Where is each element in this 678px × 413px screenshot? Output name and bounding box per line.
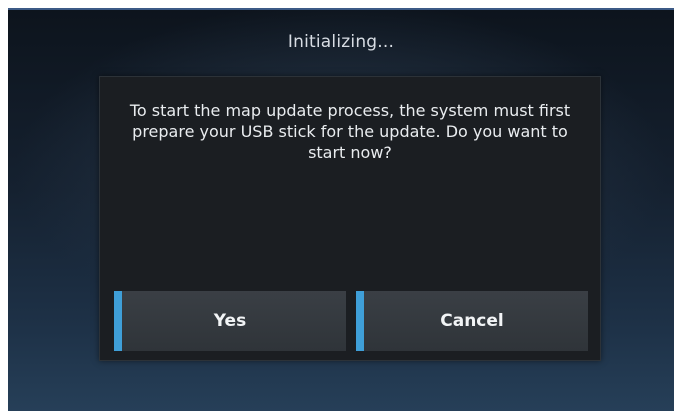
cancel-button[interactable]: Cancel [356,291,588,351]
button-accent-bar [356,291,364,351]
cancel-button-label: Cancel [440,311,504,331]
navigation-screen: Initializing... To start the map update … [8,8,674,411]
yes-button[interactable]: Yes [114,291,346,351]
map-update-dialog: To start the map update process, the sys… [99,76,601,361]
button-accent-bar [114,291,122,351]
screen-title: Initializing... [287,32,395,52]
yes-button-label: Yes [213,311,247,331]
dialog-message: To start the map update process, the sys… [129,101,571,162]
